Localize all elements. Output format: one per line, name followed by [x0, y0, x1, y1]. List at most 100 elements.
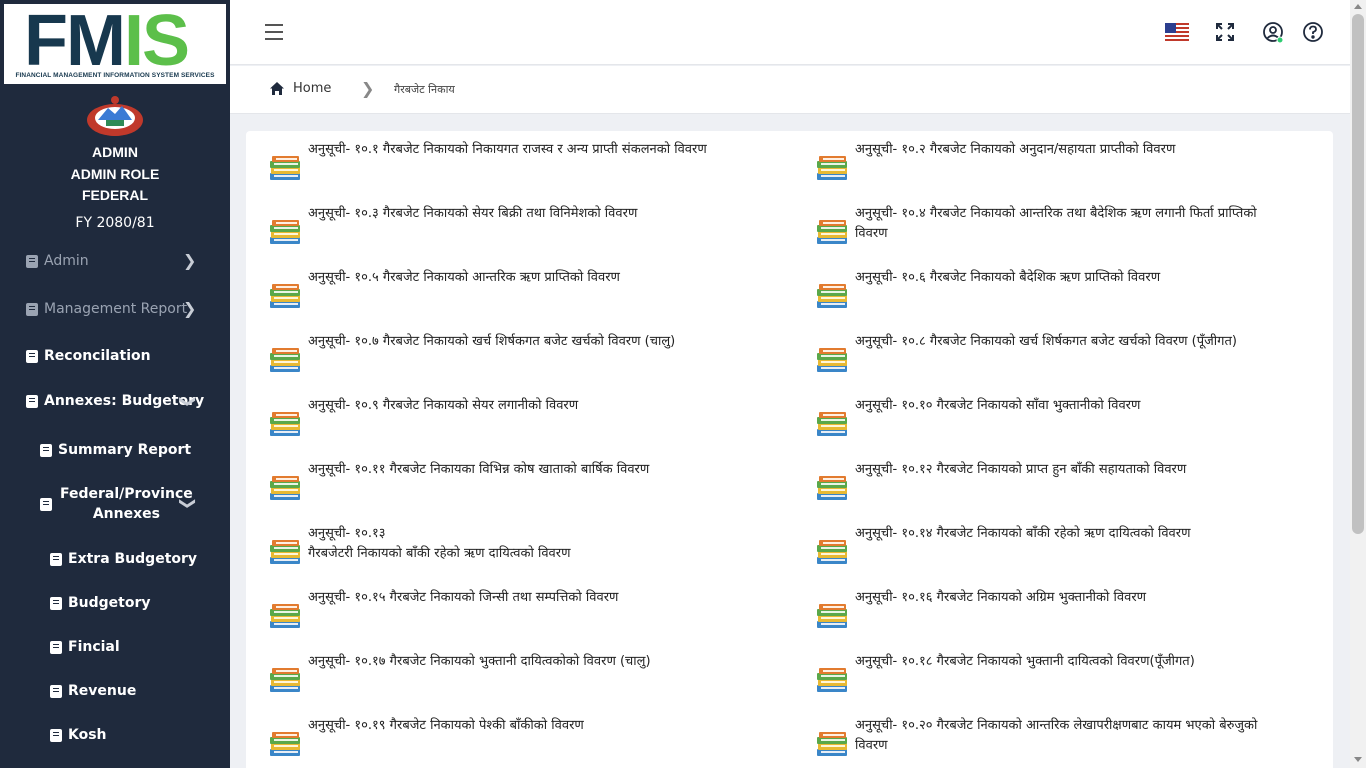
scroll-down-icon[interactable]	[1354, 757, 1362, 762]
annex-link[interactable]: अनुसूची- १०.१७ गैरबजेट निकायको भुक्तानी …	[268, 652, 768, 695]
sidebar-item-kosh[interactable]: Kosh	[50, 727, 107, 743]
annex-title-line: अनुसूची- १०.५ गैरबजेट निकायको आन्तरिक ऋण…	[308, 270, 620, 285]
annex-title-line: विवरण	[855, 738, 888, 753]
annex-link-label[interactable]: अनुसूची- १०.९ गैरबजेट निकायको सेयर लगानी…	[308, 396, 578, 416]
annex-link-label[interactable]: अनुसूची- १०.१३ गैरबजेटरी निकायको बाँकी रह…	[308, 524, 571, 564]
fmis-logo[interactable]: FMIS FINANCIAL MANAGEMENT INFORMATION SY…	[4, 4, 226, 84]
sidebar-item-federal-province-annexes[interactable]: Federal/Province Annexes	[40, 484, 193, 524]
sidebar-item-label: Budgetory	[68, 595, 151, 611]
annex-link[interactable]: अनुसूची- १०.११ गैरबजेट निकायका विभिन्न क…	[268, 460, 768, 503]
sidebar-item-summary-report[interactable]: Summary Report	[40, 442, 191, 458]
books-icon	[268, 601, 302, 631]
us-flag-icon[interactable]	[1165, 23, 1189, 41]
annex-link[interactable]: अनुसूची- १०.१० गैरबजेट निकायको साँवा भुक…	[815, 396, 1315, 439]
annex-title-line: अनुसूची- १०.१५ गैरबजेट निकायको जिन्सी तथ…	[308, 590, 619, 605]
hamburger-menu-icon[interactable]	[265, 24, 283, 40]
user-info: ADMIN ADMIN ROLE FEDERAL FY 2080/81	[0, 142, 230, 234]
sidebar-item-fincial[interactable]: Fincial	[50, 639, 120, 655]
document-icon	[50, 640, 62, 654]
annex-title-line: अनुसूची- १०.२ गैरबजेट निकायको अनुदान/सहा…	[855, 142, 1176, 157]
annex-title-line: अनुसूची- १०.७ गैरबजेट निकायको खर्च शिर्ष…	[308, 334, 676, 349]
nepal-emblem-icon	[87, 96, 143, 136]
page-scrollbar[interactable]	[1350, 0, 1366, 768]
annex-link[interactable]: अनुसूची- १०.१३ गैरबजेटरी निकायको बाँकी रह…	[268, 524, 768, 567]
annex-link-label[interactable]: अनुसूची- १०.१ गैरबजेट निकायको निकायगत रा…	[308, 140, 707, 160]
annex-link[interactable]: अनुसूची- १०.७ गैरबजेट निकायको खर्च शिर्ष…	[268, 332, 768, 375]
sidebar-item-reconcilation[interactable]: Reconcilation	[26, 348, 151, 364]
sidebar-item-revenue[interactable]: Revenue	[50, 683, 136, 699]
annex-link[interactable]: अनुसूची- १०.६ गैरबजेट निकायको बैदेशिक ऋण…	[815, 268, 1315, 311]
annex-link-label[interactable]: अनुसूची- १०.७ गैरबजेट निकायको खर्च शिर्ष…	[308, 332, 675, 352]
document-icon	[50, 552, 62, 566]
sidebar-item-budgetory[interactable]: Budgetory	[50, 595, 151, 611]
document-icon	[26, 394, 38, 408]
annex-link[interactable]: अनुसूची- १०.१५ गैरबजेट निकायको जिन्सी तथ…	[268, 588, 768, 631]
user-profile-icon[interactable]	[1262, 21, 1284, 43]
annex-link-label[interactable]: अनुसूची- १०.१६ गैरबजेट निकायको अग्रिम भु…	[855, 588, 1146, 608]
annex-link[interactable]: अनुसूची- १०.४ गैरबजेट निकायको आन्तरिक तथ…	[815, 204, 1315, 247]
chevron-down-icon[interactable]: ❯	[179, 395, 198, 408]
annex-title-line: अनुसूची- १०.४ गैरबजेट निकायको आन्तरिक तथ…	[855, 206, 1257, 221]
scroll-up-icon[interactable]	[1354, 4, 1362, 9]
sidebar-item-label: Annexes	[92, 506, 160, 522]
annex-link[interactable]: अनुसूची- १०.३ गैरबजेट निकायको सेयर बिक्र…	[268, 204, 768, 247]
sidebar-item-annexes-budgetory[interactable]: Annexes: Budgetory	[26, 393, 204, 409]
annex-link-label[interactable]: अनुसूची- १०.२ गैरबजेट निकायको अनुदान/सहा…	[855, 140, 1175, 160]
annex-link[interactable]: अनुसूची- १०.१६ गैरबजेट निकायको अग्रिम भु…	[815, 588, 1315, 631]
annex-link[interactable]: अनुसूची- १०.१८ गैरबजेट निकायको भुक्तानी …	[815, 652, 1315, 695]
annex-link-label[interactable]: अनुसूची- १०.१० गैरबजेट निकायको साँवा भुक…	[855, 396, 1140, 416]
sidebar-item-label: Revenue	[68, 683, 137, 699]
annex-link-label[interactable]: अनुसूची- १०.११ गैरबजेट निकायका विभिन्न क…	[308, 460, 649, 480]
help-icon[interactable]	[1302, 21, 1324, 43]
breadcrumb-home-label: Home	[293, 81, 332, 96]
books-icon	[815, 409, 849, 439]
annex-link[interactable]: अनुसूची- १०.८ गैरबजेट निकायको खर्च शिर्ष…	[815, 332, 1315, 375]
annex-link-label[interactable]: अनुसूची- १०.१७ गैरबजेट निकायको भुक्तानी …	[308, 652, 651, 672]
annex-link-label[interactable]: अनुसूची- १०.८ गैरबजेट निकायको खर्च शिर्ष…	[855, 332, 1237, 352]
sidebar: FMIS FINANCIAL MANAGEMENT INFORMATION SY…	[0, 0, 230, 768]
document-icon	[50, 684, 62, 698]
annex-link-label[interactable]: अनुसूची- १०.१८ गैरबजेट निकायको भुक्तानी …	[855, 652, 1195, 672]
annex-link[interactable]: अनुसूची- १०.२ गैरबजेट निकायको अनुदान/सहा…	[815, 140, 1315, 183]
sidebar-item-management-report[interactable]: Management Report	[26, 301, 187, 317]
annex-link[interactable]: अनुसूची- १०.९ गैरबजेट निकायको सेयर लगानी…	[268, 396, 768, 439]
annex-link[interactable]: अनुसूची- १०.५ गैरबजेट निकायको आन्तरिक ऋण…	[268, 268, 768, 311]
chevron-right-icon[interactable]: ❯	[183, 251, 196, 270]
annex-link[interactable]: अनुसूची- १०.२० गैरबजेट निकायको आन्तरिक ल…	[815, 716, 1315, 759]
sidebar-item-admin[interactable]: Admin	[26, 253, 89, 269]
annex-link-label[interactable]: अनुसूची- १०.४ गैरबजेट निकायको आन्तरिक तथ…	[855, 204, 1257, 244]
user-level: FEDERAL	[81, 187, 149, 203]
annex-link-label[interactable]: अनुसूची- १०.५ गैरबजेट निकायको आन्तरिक ऋण…	[308, 268, 620, 288]
breadcrumb-home[interactable]: Home	[269, 81, 331, 96]
sidebar-item-label: Admin	[44, 253, 89, 269]
annex-link[interactable]: अनुसूची- १०.१९ गैरबजेट निकायको पेश्की बा…	[268, 716, 768, 759]
annex-link-label[interactable]: अनुसूची- १०.१५ गैरबजेट निकायको जिन्सी तथ…	[308, 588, 618, 608]
breadcrumb: Home ❯ गैरबजेट निकाय	[230, 66, 1350, 114]
annex-link[interactable]: अनुसूची- १०.१ गैरबजेट निकायको निकायगत रा…	[268, 140, 768, 183]
annex-link-label[interactable]: अनुसूची- १०.६ गैरबजेट निकायको बैदेशिक ऋण…	[855, 268, 1160, 288]
document-icon	[26, 254, 38, 268]
annex-link-label[interactable]: अनुसूची- १०.१४ गैरबजेट निकायको बाँकी रहे…	[855, 524, 1191, 544]
topbar	[230, 0, 1350, 65]
fullscreen-icon[interactable]	[1214, 21, 1236, 43]
annex-link-label[interactable]: अनुसूची- १०.३ गैरबजेट निकायको सेयर बिक्र…	[308, 204, 637, 224]
annex-link-label[interactable]: अनुसूची- १०.१९ गैरबजेट निकायको पेश्की बा…	[308, 716, 584, 736]
annex-title-line: अनुसूची- १०.१७ गैरबजेट निकायको भुक्तानी …	[308, 654, 651, 669]
annex-link[interactable]: अनुसूची- १०.१४ गैरबजेट निकायको बाँकी रहे…	[815, 524, 1315, 567]
document-icon	[26, 302, 38, 316]
books-icon	[268, 473, 302, 503]
annex-link-label[interactable]: अनुसूची- १०.२० गैरबजेट निकायको आन्तरिक ल…	[855, 716, 1257, 756]
scrollbar-thumb[interactable]	[1352, 14, 1364, 534]
annex-title-line: अनुसूची- १०.१२ गैरबजेट निकायको प्राप्त ह…	[855, 462, 1187, 477]
chevron-down-icon[interactable]: ❯	[179, 497, 198, 510]
sidebar-item-extra-budgetory[interactable]: Extra Budgetory	[50, 551, 197, 567]
books-icon	[268, 345, 302, 375]
annex-title-line: अनुसूची- १०.१३	[308, 526, 386, 541]
annex-link-label[interactable]: अनुसूची- १०.१२ गैरबजेट निकायको प्राप्त ह…	[855, 460, 1186, 480]
annex-link[interactable]: अनुसूची- १०.१२ गैरबजेट निकायको प्राप्त ह…	[815, 460, 1315, 503]
chevron-right-icon[interactable]: ❯	[183, 299, 196, 318]
document-icon	[50, 728, 62, 742]
books-icon	[268, 729, 302, 759]
annex-title-line: अनुसूची- १०.६ गैरबजेट निकायको बैदेशिक ऋण…	[855, 270, 1161, 285]
sidebar-item-label: Reconcilation	[44, 348, 151, 364]
